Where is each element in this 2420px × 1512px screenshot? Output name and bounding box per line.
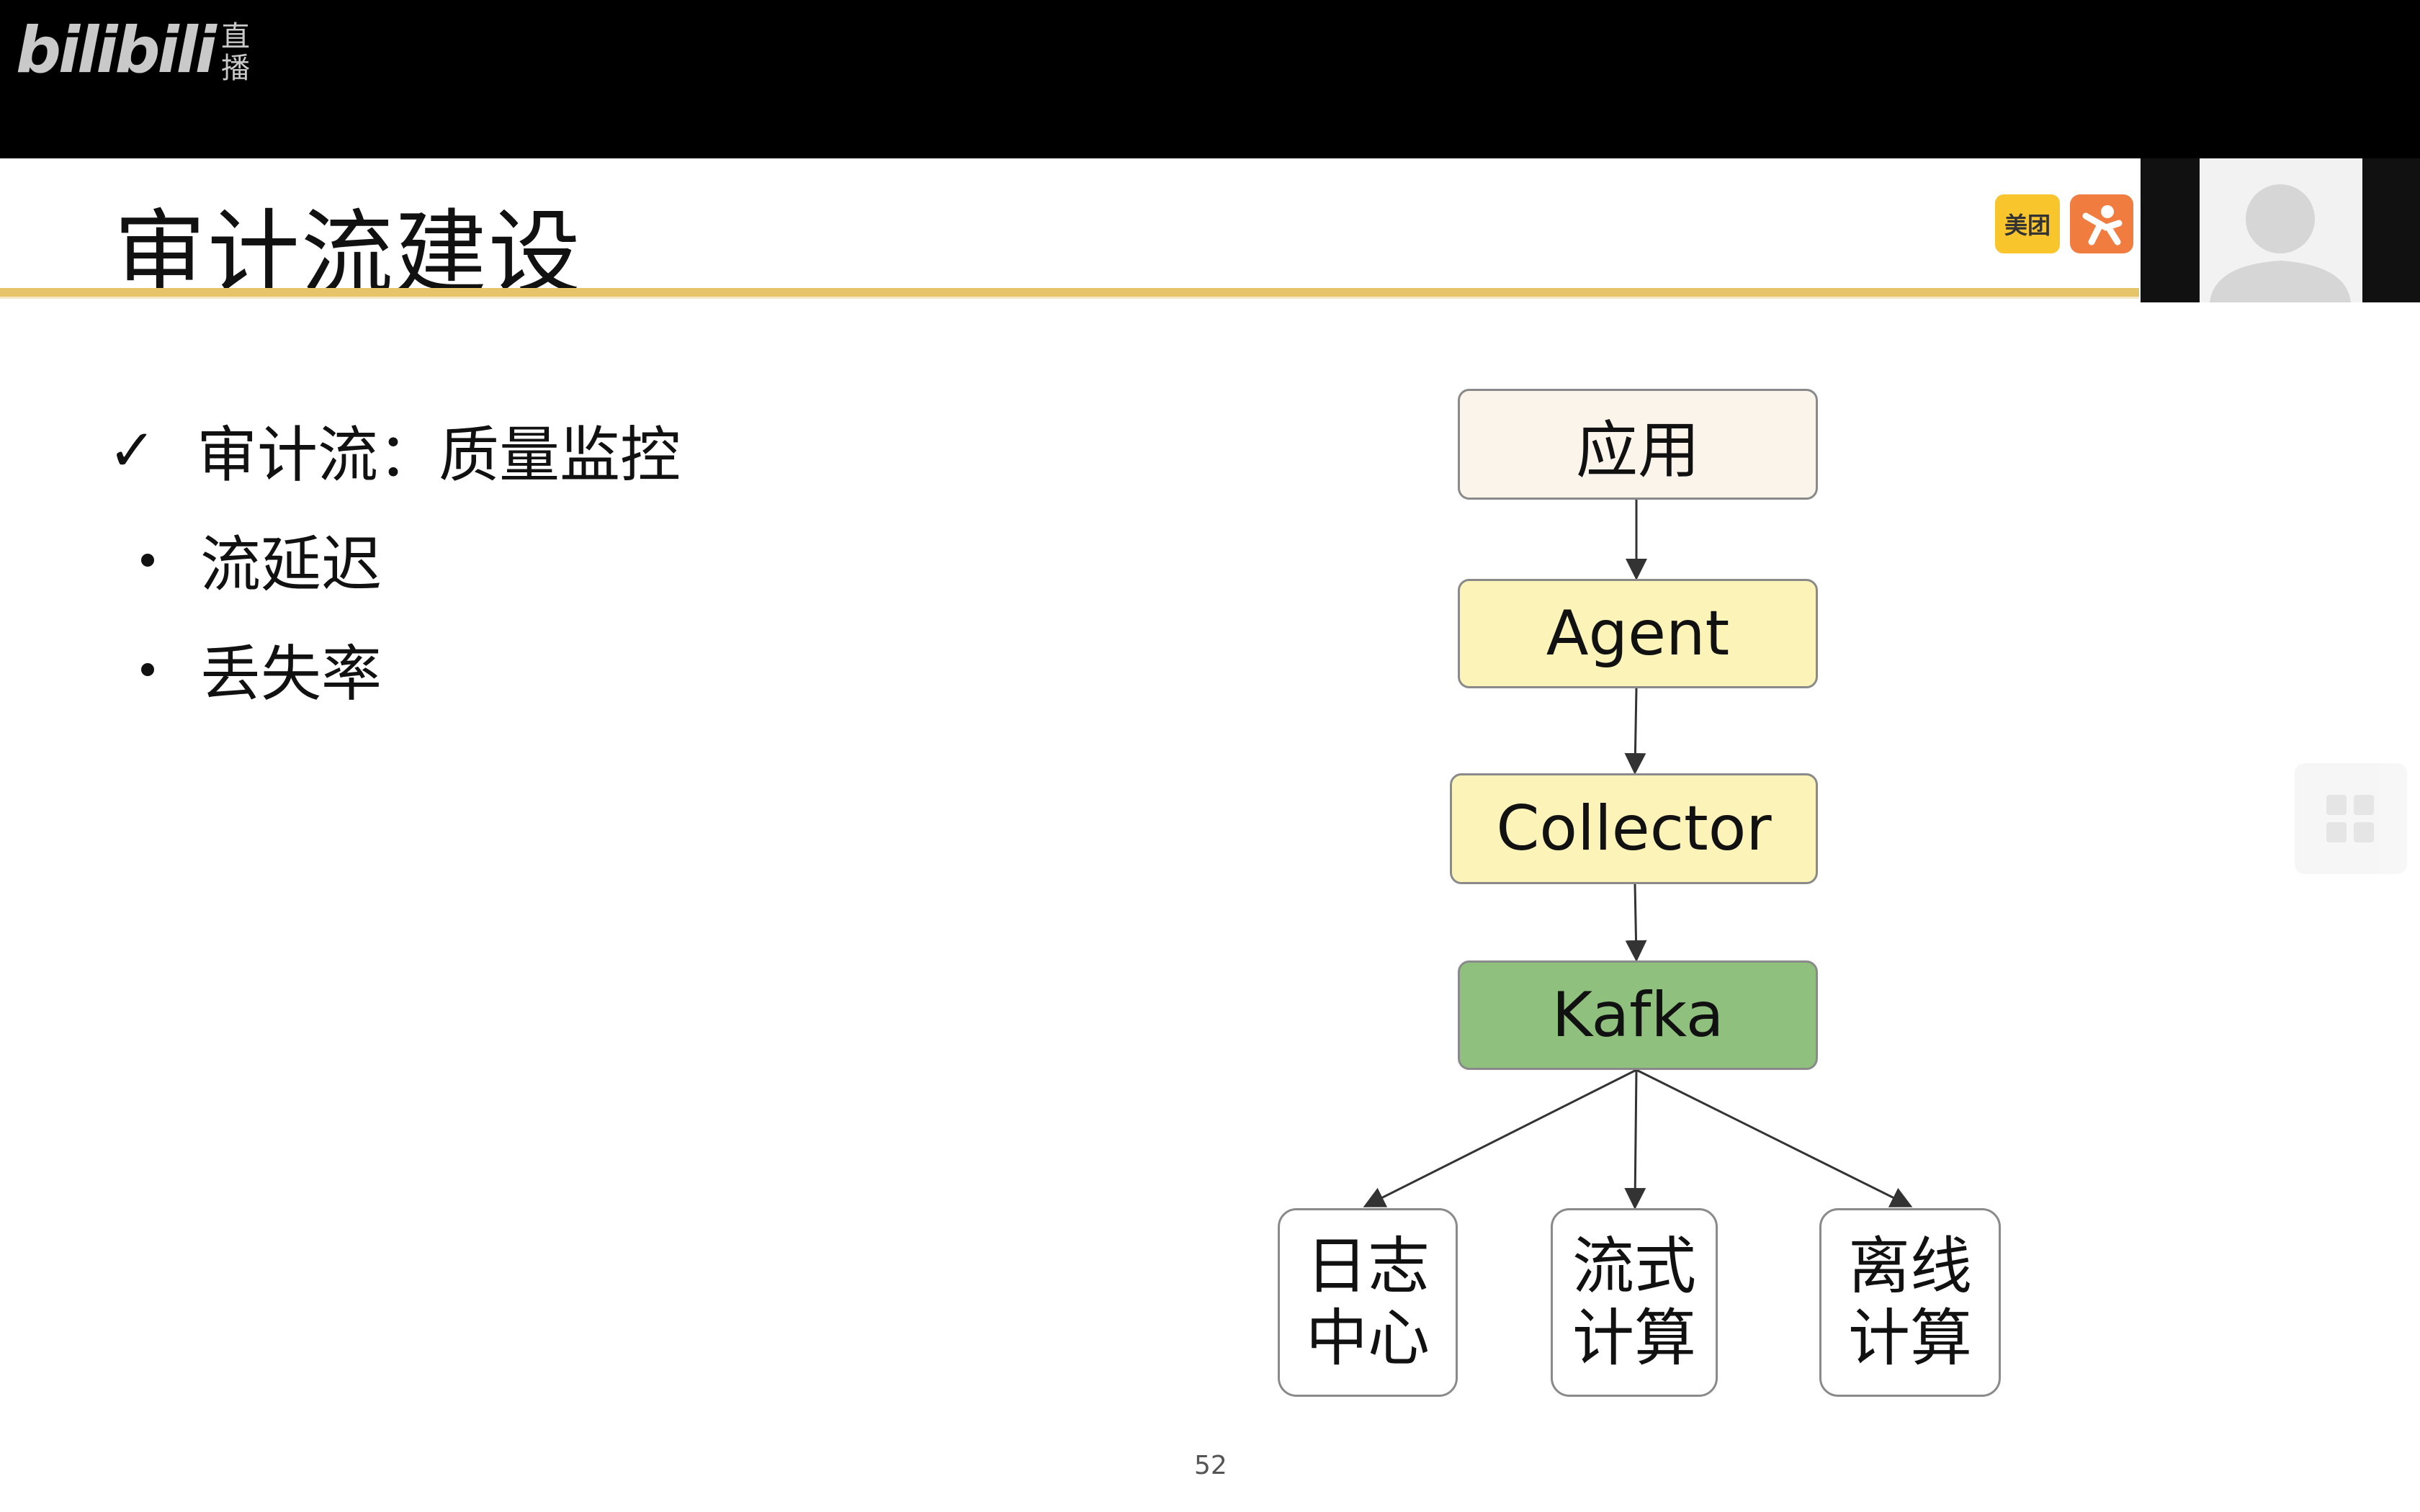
avatar-placeholder-icon (2200, 158, 2362, 302)
leaf-line: 日志 (1306, 1230, 1430, 1302)
bilibili-wordmark: bilibili (16, 13, 217, 87)
video-top-bar: bilibili 直 播 (0, 0, 2420, 158)
grid-icon (2326, 795, 2374, 842)
node-kafka-label: Kafka (1551, 979, 1724, 1051)
camera-frame-left (2141, 158, 2200, 302)
connector-kafka-stream (1624, 1069, 1646, 1210)
node-offline-compute: 离线 计算 (1819, 1208, 2001, 1397)
bullet-sub-text: 流延迟 (200, 529, 382, 600)
live-label: 直 播 (221, 21, 250, 84)
leaf-line: 计算 (1848, 1302, 1972, 1374)
presentation-slide: 审计流建设 美团 ✓ 审计流：质量监控 流延迟 丢失率 应用 Agent Col… (0, 158, 2420, 1512)
webcam-placeholder (2200, 158, 2362, 302)
node-collector: Collector (1450, 773, 1818, 884)
page-number: 52 (1194, 1451, 1227, 1480)
connector-kafka-offline (1636, 1068, 1913, 1207)
live-label-1: 直 (220, 19, 250, 53)
camera-frame-right (2362, 158, 2420, 302)
bullet-dot-icon (141, 662, 154, 676)
connector-agent-collector (1624, 688, 1646, 775)
leaf-line: 离线 (1848, 1230, 1972, 1302)
node-app-label: 应用 (1576, 414, 1700, 487)
node-stream-compute: 流式 计算 (1551, 1208, 1718, 1397)
title-divider (0, 288, 2139, 297)
meituan-logo-text: 美团 (2004, 212, 2051, 239)
diagram-connectors (1363, 500, 1913, 1210)
title-divider-shadow (0, 297, 2139, 299)
node-collector-label: Collector (1496, 793, 1772, 865)
bullet-main-text: 审计流：质量监控 (197, 420, 681, 490)
dianping-logo (2070, 194, 2133, 253)
bullet-dot-icon (141, 553, 154, 567)
checkmark-icon: ✓ (108, 417, 157, 484)
bullet-sub-item: 丢失率 (141, 626, 382, 713)
node-agent-label: Agent (1546, 598, 1730, 670)
node-kafka: Kafka (1458, 960, 1818, 1070)
node-agent: Agent (1458, 579, 1818, 688)
bullet-sub-item: 流延迟 (141, 516, 382, 603)
live-label-2: 播 (220, 51, 250, 85)
connector-collector-kafka (1625, 883, 1647, 962)
bullet-main: ✓ 审计流：质量监控 (108, 407, 681, 494)
dianping-logo-icon (2082, 205, 2123, 246)
connector-kafka-log-center (1363, 1068, 1637, 1207)
bilibili-live-logo: bilibili 直 播 (16, 13, 250, 87)
bullet-sub-text: 丢失率 (200, 639, 382, 709)
leaf-line: 流式 (1572, 1230, 1696, 1302)
node-app: 应用 (1458, 389, 1818, 500)
side-toolbar-button[interactable] (2295, 763, 2407, 874)
meituan-logo: 美团 (1995, 194, 2060, 253)
leaf-line: 计算 (1572, 1302, 1696, 1374)
leaf-line: 中心 (1306, 1302, 1430, 1374)
node-log-center: 日志 中心 (1278, 1208, 1458, 1397)
